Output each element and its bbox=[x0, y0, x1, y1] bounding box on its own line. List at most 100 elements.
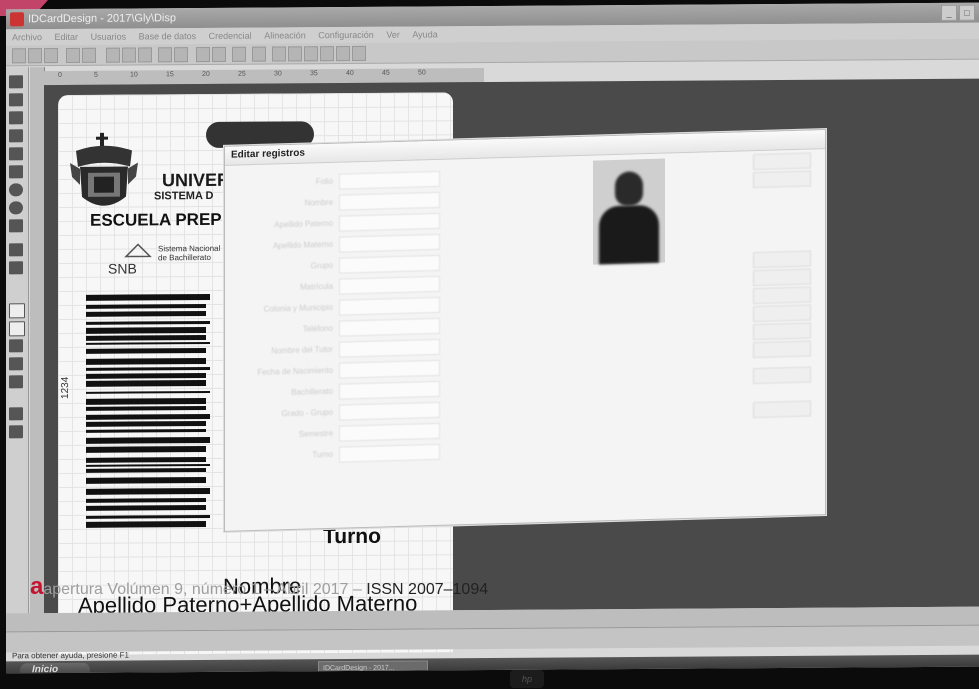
font-b-icon[interactable] bbox=[9, 321, 25, 337]
menu-credencial[interactable]: Credencial bbox=[209, 31, 252, 41]
barcode-bar bbox=[86, 293, 210, 301]
ruler-tick-label: 20 bbox=[202, 70, 210, 79]
ellipse-tool-icon[interactable] bbox=[9, 183, 23, 197]
barcode-bar bbox=[86, 348, 206, 354]
snb-line-2: de Bachillerato bbox=[158, 252, 211, 263]
menu-ver[interactable]: Ver bbox=[386, 30, 400, 40]
window-title: IDCardDesign - 2017\Gly\Disp bbox=[28, 12, 176, 26]
record-field-input[interactable] bbox=[339, 275, 440, 295]
barcode-bar bbox=[86, 521, 206, 528]
hp-logo: hp bbox=[510, 670, 544, 688]
brush-icon[interactable] bbox=[9, 339, 23, 353]
record-field-input[interactable] bbox=[339, 443, 440, 463]
record-field-input[interactable] bbox=[339, 401, 440, 421]
layer-tool-icon[interactable] bbox=[9, 243, 23, 257]
print-icon[interactable] bbox=[66, 47, 80, 63]
menu-usuarios[interactable]: Usuarios bbox=[91, 32, 127, 42]
dialog-side-button[interactable] bbox=[753, 322, 811, 341]
grid-icon[interactable] bbox=[232, 46, 246, 62]
bucket-icon[interactable] bbox=[9, 357, 23, 371]
record-field-input[interactable] bbox=[339, 191, 440, 211]
ruler-tick-label: 25 bbox=[238, 70, 246, 78]
open-icon[interactable] bbox=[28, 48, 42, 64]
vertical-ruler bbox=[30, 67, 45, 648]
photo-tool-icon[interactable] bbox=[9, 261, 23, 275]
dialog-side-button[interactable] bbox=[753, 366, 811, 385]
circle-tool-icon[interactable] bbox=[9, 201, 23, 215]
start-button[interactable]: Inicio bbox=[20, 662, 90, 674]
filter-icon[interactable] bbox=[304, 46, 318, 62]
record-field-input[interactable] bbox=[339, 380, 440, 400]
menu-configuracion[interactable]: Configuración bbox=[318, 30, 374, 40]
edit-records-dialog: Editar registros Folio Nombre Apellido Pat… bbox=[224, 129, 826, 532]
dialog-side-button[interactable] bbox=[753, 304, 811, 323]
rect-tool-icon[interactable] bbox=[9, 165, 23, 179]
copy-icon[interactable] bbox=[122, 47, 136, 63]
dialog-side-button[interactable] bbox=[753, 152, 811, 171]
undo-icon[interactable] bbox=[158, 47, 172, 63]
text-tool-icon[interactable] bbox=[9, 111, 23, 125]
align-left-icon[interactable] bbox=[272, 46, 286, 62]
barcode-tool-icon[interactable] bbox=[9, 129, 23, 143]
zoom-out-icon[interactable] bbox=[212, 46, 226, 62]
barcode-bar bbox=[86, 380, 206, 387]
barcode-bar bbox=[86, 421, 206, 427]
menu-editar[interactable]: Editar bbox=[55, 32, 79, 42]
chart-icon[interactable] bbox=[320, 46, 334, 62]
record-field-input[interactable] bbox=[339, 422, 440, 442]
border-icon[interactable] bbox=[9, 425, 23, 439]
school-name: ESCUELA PREP bbox=[90, 209, 222, 230]
settings-icon[interactable] bbox=[336, 45, 350, 62]
dialog-side-button[interactable] bbox=[753, 170, 811, 189]
database-icon[interactable] bbox=[252, 46, 266, 62]
journal-brand: apertura bbox=[43, 581, 103, 598]
record-field-input[interactable] bbox=[339, 170, 440, 190]
barcode-bar bbox=[86, 477, 206, 484]
dialog-side-button[interactable] bbox=[753, 268, 811, 287]
font-a-icon[interactable] bbox=[9, 303, 25, 319]
barcode-bar bbox=[86, 304, 206, 309]
frame-icon[interactable] bbox=[9, 407, 23, 421]
record-field-input[interactable] bbox=[339, 317, 440, 337]
zoom-in-icon[interactable] bbox=[196, 46, 210, 63]
dialog-side-button[interactable] bbox=[753, 340, 811, 359]
save-icon[interactable] bbox=[44, 48, 58, 64]
cut-icon[interactable] bbox=[106, 47, 120, 63]
new-icon[interactable] bbox=[12, 48, 26, 64]
dialog-side-button[interactable] bbox=[753, 250, 811, 269]
preview-icon[interactable] bbox=[82, 47, 96, 63]
menu-alineacion[interactable]: Alineación bbox=[264, 30, 306, 40]
taskbar-item-idcarddesign[interactable]: IDCardDesign - 2017... bbox=[318, 660, 428, 674]
image-tool-icon[interactable] bbox=[9, 93, 23, 107]
paste-icon[interactable] bbox=[138, 47, 152, 63]
system-name: SISTEMA D bbox=[154, 189, 214, 203]
fill-tool-icon[interactable] bbox=[9, 219, 23, 233]
ruler-tick-label: 35 bbox=[310, 70, 318, 78]
record-field-label: Colonia y Municipio bbox=[263, 302, 333, 314]
taskbar-item-explorer[interactable] bbox=[196, 662, 266, 674]
menu-ayuda[interactable]: Ayuda bbox=[412, 29, 437, 39]
record-field-input[interactable] bbox=[339, 233, 440, 253]
redo-icon[interactable] bbox=[174, 47, 188, 63]
record-field-input[interactable] bbox=[339, 338, 440, 358]
line-tool-icon[interactable] bbox=[9, 147, 23, 161]
select-tool-icon[interactable] bbox=[9, 75, 23, 89]
record-field-input[interactable] bbox=[339, 254, 440, 274]
dialog-side-button[interactable] bbox=[753, 400, 811, 419]
help-icon[interactable] bbox=[352, 45, 366, 61]
barcode-bar bbox=[86, 413, 210, 420]
align-center-icon[interactable] bbox=[288, 46, 302, 62]
record-field-input[interactable] bbox=[339, 296, 440, 316]
record-field-input[interactable] bbox=[339, 212, 440, 232]
menu-archivo[interactable]: Archivo bbox=[12, 32, 42, 42]
maximize-button[interactable]: □ bbox=[959, 4, 975, 21]
barcode[interactable] bbox=[86, 293, 210, 528]
minimize-button[interactable]: _ bbox=[941, 4, 957, 21]
menu-base-de-datos[interactable]: Base de datos bbox=[139, 31, 197, 41]
table-icon[interactable] bbox=[9, 375, 23, 389]
snb-label: SNB bbox=[108, 260, 137, 277]
design-canvas[interactable]: UNIVERS SISTEMA D ESCUELA PREP Sistema N… bbox=[44, 78, 979, 656]
record-field-input[interactable] bbox=[339, 359, 440, 379]
dialog-side-button[interactable] bbox=[753, 286, 811, 305]
barcode-bar bbox=[86, 373, 206, 379]
